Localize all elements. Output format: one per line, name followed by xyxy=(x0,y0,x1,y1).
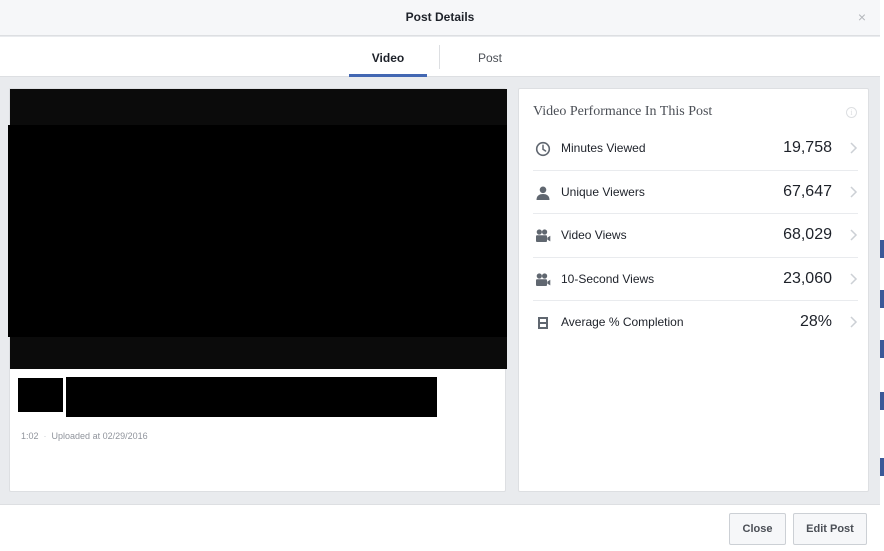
tab-video-label: Video xyxy=(371,51,405,65)
metric-value: 23,060 xyxy=(783,269,832,287)
tab-divider xyxy=(439,45,440,69)
chevron-right-icon xyxy=(850,142,858,154)
background-page-marker xyxy=(880,340,884,358)
dialog-header: Post Details × xyxy=(0,0,880,36)
metric-label: 10-Second Views xyxy=(561,271,655,286)
background-page-marker xyxy=(880,290,884,308)
video-meta: 1:02 · Uploaded at 02/29/2016 xyxy=(21,431,148,441)
tab-post-label: Post xyxy=(477,51,502,65)
post-details-dialog: Post Details × Video Post 1:02 · Uploaded … xyxy=(0,0,884,551)
video-player[interactable] xyxy=(8,89,507,369)
info-icon[interactable]: i xyxy=(846,107,857,118)
metric-row-unique-viewers[interactable]: Unique Viewers 67,647 xyxy=(533,171,858,214)
performance-panel: Video Performance In This Post i Minutes… xyxy=(518,88,869,492)
metric-value: 28% xyxy=(799,313,832,330)
tab-post[interactable]: Post xyxy=(462,37,518,77)
video-frame xyxy=(8,125,507,337)
video-upload-date: Uploaded at 02/29/2016 xyxy=(51,431,148,441)
chevron-right-icon xyxy=(850,229,858,241)
dialog-footer: Close Edit Post xyxy=(0,504,880,551)
edit-post-button[interactable]: Edit Post xyxy=(793,513,867,545)
film-strip-icon xyxy=(538,317,548,329)
video-camera-icon xyxy=(536,272,551,286)
metric-label: Average % Completion xyxy=(561,315,684,329)
metric-value: 67,647 xyxy=(783,182,832,200)
background-page-marker xyxy=(880,392,884,410)
tab-bar: Video Post xyxy=(0,37,880,77)
close-icon[interactable]: × xyxy=(858,10,866,24)
redacted-thumbnail xyxy=(18,378,63,412)
metric-label: Minutes Viewed xyxy=(561,141,646,155)
metric-label: Unique Viewers xyxy=(561,184,645,199)
metrics-list: Minutes Viewed 19,758 Unique Viewers 67,… xyxy=(533,127,858,345)
close-button[interactable]: Close xyxy=(729,513,786,545)
chevron-right-icon xyxy=(850,316,858,328)
background-page-marker xyxy=(880,240,884,258)
active-tab-indicator xyxy=(349,74,427,77)
meta-separator: · xyxy=(43,431,47,441)
dialog-title: Post Details xyxy=(405,10,475,24)
metric-value: 68,029 xyxy=(783,226,832,243)
person-icon xyxy=(536,186,550,200)
tab-video[interactable]: Video xyxy=(349,37,427,77)
metric-label: Video Views xyxy=(561,228,627,242)
video-duration: 1:02 xyxy=(21,431,39,441)
chevron-right-icon xyxy=(850,272,858,285)
redacted-video-title xyxy=(66,377,437,417)
metric-row-minutes-viewed[interactable]: Minutes Viewed 19,758 xyxy=(533,127,858,171)
clock-icon xyxy=(535,141,551,157)
video-panel: 1:02 · Uploaded at 02/29/2016 xyxy=(8,88,507,492)
metric-value: 19,758 xyxy=(783,139,832,156)
metric-row-average-completion[interactable]: Average % Completion 28% xyxy=(533,301,858,345)
metric-row-video-views[interactable]: Video Views 68,029 xyxy=(533,214,858,258)
video-camera-icon xyxy=(536,229,551,242)
performance-title: Video Performance In This Post xyxy=(533,104,713,119)
metric-row-ten-second-views[interactable]: 10-Second Views 23,060 xyxy=(533,258,858,301)
background-page-marker xyxy=(880,458,884,476)
chevron-right-icon xyxy=(850,185,858,198)
